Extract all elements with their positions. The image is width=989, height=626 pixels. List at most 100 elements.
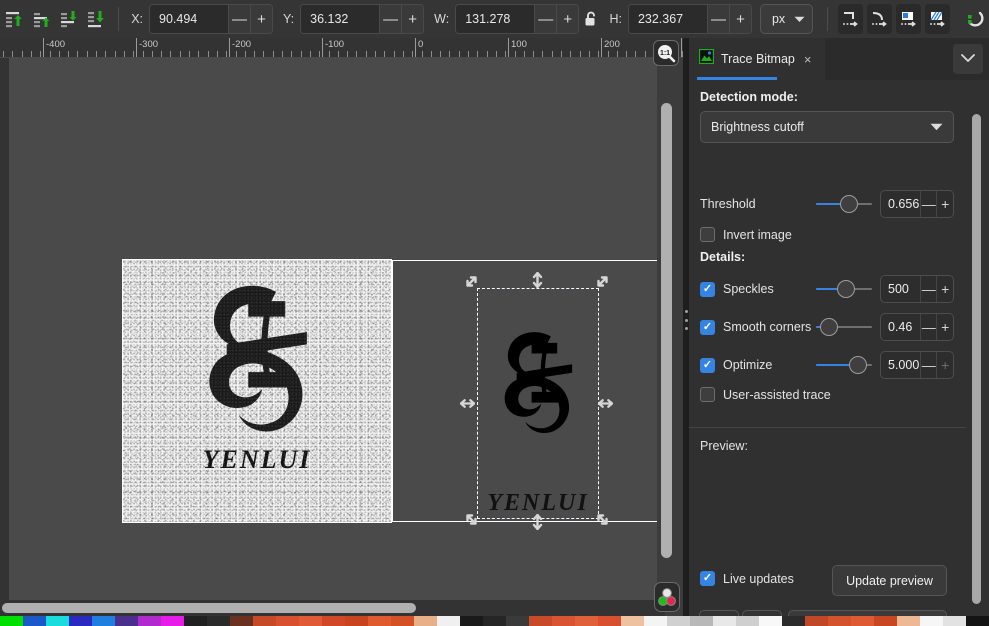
palette-swatch[interactable] xyxy=(782,616,805,626)
palette-swatch[interactable] xyxy=(920,616,943,626)
selection-handle-e[interactable] xyxy=(598,396,613,411)
zoom-1-1-button[interactable]: 1:1 xyxy=(653,40,679,66)
optimize-slider[interactable] xyxy=(816,355,872,375)
palette-swatch[interactable] xyxy=(966,616,989,626)
selection-handle-n[interactable] xyxy=(530,271,545,288)
unit-selector[interactable]: px xyxy=(759,4,814,34)
dock-collapse-button[interactable] xyxy=(953,44,983,74)
canvas-horizontal-scroll-thumb[interactable] xyxy=(2,603,416,613)
palette-swatch[interactable] xyxy=(437,616,460,626)
canvas-horizontal-scrollbar[interactable] xyxy=(0,600,665,616)
palette-swatch[interactable] xyxy=(943,616,966,626)
palette-swatch[interactable] xyxy=(368,616,391,626)
width-spinbox[interactable]: 131.278 — + xyxy=(455,4,580,34)
smooth-corners-value[interactable]: 0.46 xyxy=(881,314,920,340)
detection-mode-select[interactable]: Brightness cutoff xyxy=(700,111,954,143)
x-input[interactable]: 90.494 xyxy=(150,5,229,33)
affect-patterns-button[interactable] xyxy=(924,4,950,34)
speckles-checkbox[interactable]: ✓ xyxy=(700,281,715,297)
palette-swatch[interactable] xyxy=(621,616,644,626)
palette-swatch[interactable] xyxy=(851,616,874,626)
tab-trace-bitmap[interactable]: Trace Bitmap × xyxy=(689,38,826,80)
speckles-increment-button[interactable]: + xyxy=(936,276,953,302)
panel-resize-grip[interactable] xyxy=(683,310,689,330)
palette-swatch[interactable] xyxy=(161,616,184,626)
x-decrement-button[interactable]: — xyxy=(228,5,251,33)
invert-image-row[interactable]: Invert image xyxy=(700,227,792,242)
palette-swatch[interactable] xyxy=(828,616,851,626)
smooth-corners-increment-button[interactable]: + xyxy=(936,314,953,340)
selection-handle-se[interactable] xyxy=(595,512,610,527)
palette-swatch[interactable] xyxy=(552,616,575,626)
palette-swatch[interactable] xyxy=(69,616,92,626)
y-decrement-button[interactable]: — xyxy=(379,5,402,33)
speckles-slider-knob[interactable] xyxy=(836,280,855,298)
y-input[interactable]: 36.132 xyxy=(301,5,380,33)
palette-swatch[interactable] xyxy=(184,616,207,626)
canvas-vertical-scrollbar[interactable] xyxy=(657,58,675,606)
palette-swatch[interactable] xyxy=(575,616,598,626)
affect-gradients-button[interactable] xyxy=(895,4,921,34)
live-updates-checkbox[interactable]: ✓ xyxy=(700,571,715,586)
width-decrement-button[interactable]: — xyxy=(534,5,557,33)
selection-handle-s[interactable] xyxy=(530,513,545,530)
palette-swatch[interactable] xyxy=(276,616,299,626)
speckles-decrement-button[interactable]: — xyxy=(919,276,937,302)
raise-to-top-button[interactable] xyxy=(3,4,26,34)
optimize-increment-button[interactable]: + xyxy=(936,352,953,378)
optimize-numbox[interactable]: 5.000 — + xyxy=(880,351,954,379)
x-increment-button[interactable]: + xyxy=(250,5,273,33)
optimize-value[interactable]: 5.000 xyxy=(881,352,920,378)
width-increment-button[interactable]: + xyxy=(556,5,579,33)
affect-rounded-corners-button[interactable] xyxy=(866,4,892,34)
palette-swatch[interactable] xyxy=(414,616,437,626)
palette-swatch[interactable] xyxy=(483,616,506,626)
palette-swatch[interactable] xyxy=(92,616,115,626)
palette-swatch[interactable] xyxy=(529,616,552,626)
threshold-increment-button[interactable]: + xyxy=(936,191,953,217)
height-input[interactable]: 232.367 xyxy=(628,5,707,33)
vertical-ruler[interactable] xyxy=(0,58,10,606)
optimize-decrement-button[interactable]: — xyxy=(919,352,937,378)
smooth-corners-checkbox[interactable]: ✓ xyxy=(700,319,715,335)
palette-swatch[interactable] xyxy=(230,616,253,626)
user-assisted-trace-row[interactable]: User-assisted trace xyxy=(700,387,831,402)
scanned-bitmap[interactable]: YENLUI xyxy=(123,260,391,522)
palette-swatch[interactable] xyxy=(713,616,736,626)
palette-swatch[interactable] xyxy=(138,616,161,626)
color-swatch-indicator-icon[interactable] xyxy=(654,582,680,612)
horizontal-ruler[interactable]: -400-300-200-1000100200300 xyxy=(0,38,683,58)
palette-swatch[interactable] xyxy=(207,616,230,626)
palette-swatch[interactable] xyxy=(391,616,414,626)
palette-swatch[interactable] xyxy=(46,616,69,626)
palette-swatch[interactable] xyxy=(690,616,713,626)
raise-button[interactable] xyxy=(30,4,53,34)
snap-controls-icon[interactable] xyxy=(964,4,987,34)
speckles-value[interactable]: 500 xyxy=(881,276,920,302)
optimize-slider-knob[interactable] xyxy=(849,356,868,374)
palette-swatch[interactable] xyxy=(897,616,920,626)
live-updates-row[interactable]: ✓ Live updates xyxy=(700,571,794,586)
canvas-vertical-scroll-thumb[interactable] xyxy=(661,103,672,558)
palette-swatch[interactable] xyxy=(759,616,782,626)
smooth-corners-slider-knob[interactable] xyxy=(819,318,838,336)
palette-swatch[interactable] xyxy=(322,616,345,626)
threshold-slider[interactable] xyxy=(816,194,872,214)
canvas-viewport[interactable]: YENLUI YENLUI xyxy=(10,58,665,606)
lower-to-bottom-button[interactable] xyxy=(85,4,108,34)
palette-swatch[interactable] xyxy=(667,616,690,626)
palette-swatch[interactable] xyxy=(874,616,897,626)
dock-vertical-scroll-thumb[interactable] xyxy=(972,114,981,604)
palette-swatch[interactable] xyxy=(253,616,276,626)
lower-button[interactable] xyxy=(58,4,81,34)
palette-swatch[interactable] xyxy=(506,616,529,626)
palette-swatch[interactable] xyxy=(644,616,667,626)
speckles-slider[interactable] xyxy=(816,279,872,299)
traced-vector-object[interactable]: YENLUI xyxy=(460,271,613,530)
lock-aspect-ratio-icon[interactable] xyxy=(581,5,601,33)
threshold-slider-knob[interactable] xyxy=(839,195,858,213)
dock-vertical-scrollbar[interactable] xyxy=(969,86,983,626)
height-decrement-button[interactable]: — xyxy=(706,5,729,33)
smooth-corners-decrement-button[interactable]: — xyxy=(919,314,937,340)
y-increment-button[interactable]: + xyxy=(401,5,424,33)
